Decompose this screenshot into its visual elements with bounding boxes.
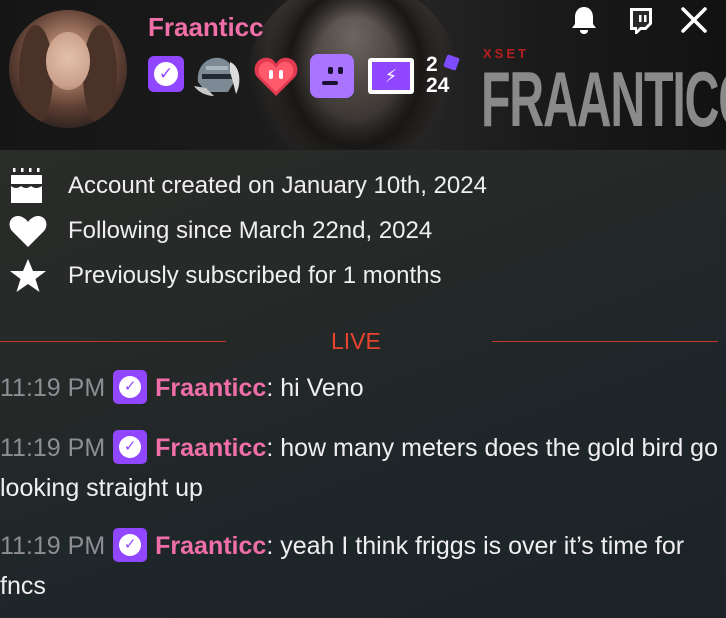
divider-line-right xyxy=(492,341,718,342)
knight-helmet-badge-icon[interactable] xyxy=(192,52,244,100)
star-icon xyxy=(8,258,48,294)
avatar[interactable] xyxy=(9,10,127,128)
chat-message: 11:19 PM ✓ Fraanticc: how many meters does… xyxy=(0,428,726,508)
verified-badge-icon[interactable]: ✓ xyxy=(113,430,148,465)
subscription-row: Previously subscribed for 1 months xyxy=(0,256,726,296)
subscription-text: Previously subscribed for 1 months xyxy=(68,262,442,289)
divider-line-left xyxy=(0,341,226,342)
account-created-text: Account created on January 10th, 2024 xyxy=(68,172,487,199)
banner-text: FRAANTICC xyxy=(481,55,726,143)
ghost-badge-icon[interactable] xyxy=(310,54,354,98)
message-separator: : xyxy=(266,532,281,560)
following-since-text: Following since March 22nd, 2024 xyxy=(68,217,433,244)
username[interactable]: Fraanticc xyxy=(148,12,264,43)
message-username[interactable]: Fraanticc xyxy=(155,374,266,402)
heart-badge-icon[interactable] xyxy=(252,52,300,100)
message-timestamp: 11:19 PM xyxy=(0,532,106,560)
message-separator: : xyxy=(266,374,281,402)
live-label: LIVE xyxy=(331,328,381,354)
chat-message: 11:19 PM ✓ Fraanticc: yeah I think friggs … xyxy=(0,526,726,606)
chat-message: 11:19 PM ✓ Fraanticc: hi Veno xyxy=(0,368,726,408)
profile-header: XSET FRAANTICC Fraanticc ✓ ⚡ 2 24 xyxy=(0,0,726,150)
year-2024-badge-icon[interactable]: 2 24 xyxy=(426,54,462,98)
twitch-icon[interactable] xyxy=(624,4,656,36)
message-username[interactable]: Fraanticc xyxy=(155,434,266,462)
message-timestamp: 11:19 PM xyxy=(0,434,106,462)
message-text: how many meters does the gold bird go lo… xyxy=(0,434,718,502)
message-timestamp: 11:19 PM xyxy=(0,374,106,402)
verified-badge-icon[interactable]: ✓ xyxy=(113,370,148,405)
close-icon[interactable] xyxy=(678,4,710,36)
following-since-row: Following since March 22nd, 2024 xyxy=(0,211,726,251)
battery-bolt-badge-icon[interactable]: ⚡ xyxy=(368,58,414,94)
message-separator: : xyxy=(266,434,281,462)
message-text: hi Veno xyxy=(280,374,364,402)
account-created-row: Account created on January 10th, 2024 xyxy=(0,166,726,206)
verified-badge-icon[interactable]: ✓ xyxy=(148,56,184,92)
live-divider: LIVE xyxy=(0,326,726,356)
cake-icon xyxy=(8,168,48,204)
verified-badge-icon[interactable]: ✓ xyxy=(113,528,148,563)
message-username[interactable]: Fraanticc xyxy=(155,532,266,560)
bell-icon[interactable] xyxy=(568,4,600,36)
heart-icon xyxy=(8,213,48,249)
